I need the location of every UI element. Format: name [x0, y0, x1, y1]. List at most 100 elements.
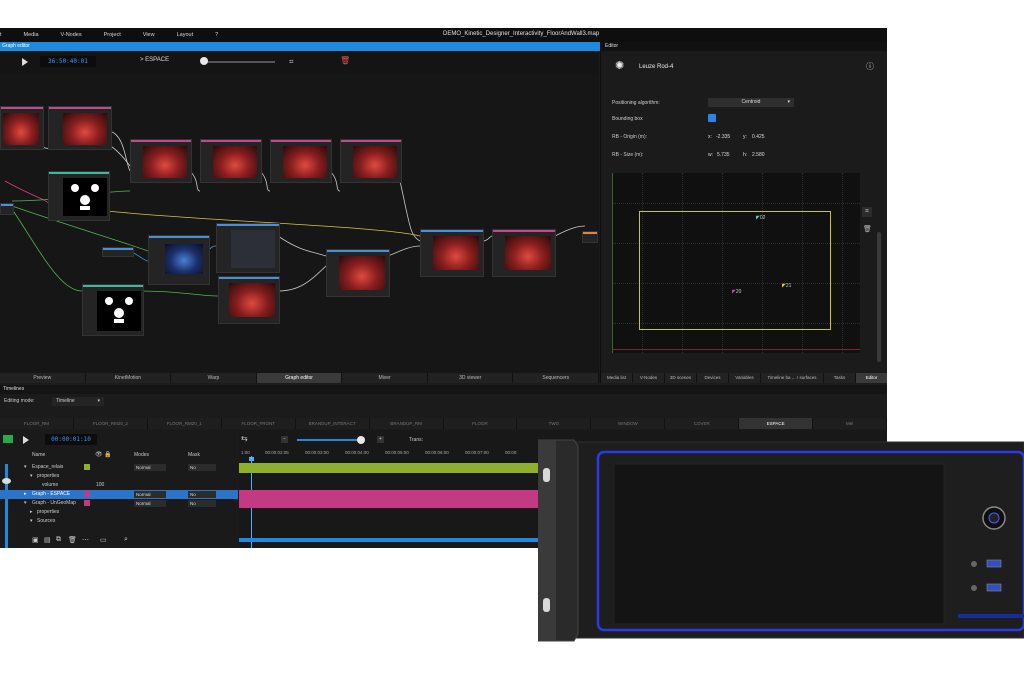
video-node-9[interactable] — [420, 229, 484, 277]
video-node-3[interactable] — [130, 139, 192, 183]
expand-icon[interactable]: ▾ — [24, 463, 27, 472]
folder-icon[interactable]: ▤ — [44, 536, 51, 544]
video-node-5[interactable] — [270, 139, 332, 183]
timeline-zoom-handle[interactable] — [357, 436, 365, 444]
bounding-box-rect[interactable] — [639, 211, 831, 330]
track-clip-sources[interactable] — [239, 538, 539, 542]
video-node-2[interactable] — [48, 106, 112, 150]
menu-item-file[interactable]: t — [0, 32, 2, 38]
tab-variables[interactable]: Variables — [729, 373, 761, 383]
expand-icon[interactable]: ▸ — [30, 508, 33, 517]
info-icon[interactable]: ⓘ — [866, 63, 874, 71]
timeline-zoom-slider[interactable] — [297, 439, 363, 441]
layer-tab[interactable]: FLOOR_FRONT — [222, 418, 296, 429]
menu-item-project[interactable]: Project — [104, 32, 121, 38]
tab-media-list[interactable]: Media list — [601, 373, 633, 383]
timeline-timecode[interactable]: 00:00:01:10 — [45, 434, 97, 445]
layer-tab-espace[interactable]: ESPACE — [739, 418, 814, 429]
delete-layer-icon[interactable]: 🗑 — [68, 536, 77, 544]
tab-warp[interactable]: Warp — [171, 373, 257, 383]
input-node-blue[interactable] — [102, 247, 134, 257]
tab-vnodes[interactable]: V-Nodes — [633, 373, 665, 383]
video-node-7[interactable] — [218, 276, 280, 324]
layer-tab[interactable]: BRANDUP_RM — [370, 418, 444, 429]
layer-tab[interactable]: FLOOR_RM20_1 — [148, 418, 222, 429]
playhead-handle[interactable] — [249, 457, 254, 461]
layer-tab[interactable]: COVER — [665, 418, 740, 429]
tab-mixer[interactable]: Mixer — [342, 373, 428, 383]
mask-select[interactable]: No — [188, 464, 216, 471]
zoom-plus-button[interactable]: + — [377, 436, 384, 443]
tab-preview[interactable]: Preview — [0, 373, 86, 383]
more-icon[interactable]: ⋯ — [82, 536, 89, 544]
layer-tab[interactable]: WINDOW — [591, 418, 666, 429]
volume-fader-handle[interactable] — [2, 478, 11, 484]
editing-mode-dropdown[interactable]: Timeline ▾ — [52, 397, 104, 406]
expand-icon[interactable]: ▾ — [24, 499, 27, 508]
expand-icon[interactable]: ▾ — [30, 517, 33, 526]
origin-x-field[interactable]: -2.335 — [716, 133, 738, 141]
tab-sequencers[interactable]: Sequencers — [513, 373, 600, 383]
mask-node-2[interactable] — [82, 284, 144, 336]
input-node-small[interactable] — [0, 203, 14, 215]
track-clip-graph-espace[interactable] — [239, 490, 539, 508]
tracking-marker-20[interactable]: ◤20 — [732, 289, 741, 295]
delete-icon[interactable]: 🗑 — [863, 226, 872, 234]
video-node-4[interactable] — [200, 139, 262, 183]
menu-item-help[interactable]: ? — [215, 32, 218, 38]
mode-select[interactable]: Normal — [134, 464, 166, 471]
tab-3d-viewer[interactable]: 3D viewer — [428, 373, 514, 383]
origin-y-field[interactable]: 0.425 — [752, 133, 774, 141]
size-h-field[interactable]: 2.580 — [752, 151, 774, 159]
menu-item-media[interactable]: Media — [24, 32, 39, 38]
layer-tab[interactable]: Mel — [813, 418, 887, 429]
layer-tab[interactable]: FLOOR — [444, 418, 518, 429]
output-node[interactable] — [582, 231, 598, 243]
graph-editor-canvas[interactable]: 36:50:40:01 > ESPACE ⌗ 🗑 — [0, 51, 599, 373]
editor-scrollbar[interactable] — [877, 232, 881, 362]
video-node-8[interactable] — [326, 249, 390, 297]
mask-select[interactable]: No — [188, 491, 216, 498]
layer-tab[interactable]: TWO — [517, 418, 592, 429]
tab-devices[interactable]: Devices — [697, 373, 729, 383]
layer-tab[interactable]: FLOOR_RM20_2 — [74, 418, 148, 429]
record-icon[interactable] — [3, 435, 13, 443]
layer-row-graph-espace[interactable]: ▸ Graph - ESPACE Normal No — [0, 490, 238, 499]
tab-3d-scenes[interactable]: 3D scenes — [665, 373, 697, 383]
layer-row-espace-relais[interactable]: ▾ Espace_relais Normal No — [0, 463, 238, 472]
fit-canvas-icon[interactable]: ⌗ — [862, 207, 872, 217]
track-clip-espace-relais[interactable] — [239, 463, 539, 473]
menu-item-view[interactable]: View — [143, 32, 155, 38]
frame-icon[interactable]: ▭ — [100, 536, 107, 544]
tab-kinetmotion[interactable]: KinetMotion — [86, 373, 172, 383]
layer-tab[interactable]: FLOOR_RM — [0, 418, 74, 429]
loop-icon[interactable]: ⇆ — [241, 434, 248, 443]
menu-item-layout[interactable]: Layout — [177, 32, 194, 38]
tracking-marker-02[interactable]: ◤02 — [756, 215, 765, 221]
mask-node-1[interactable] — [48, 171, 110, 221]
lidar-canvas[interactable]: ◤02 ◤21 ◤20 — [612, 173, 860, 353]
menu-item-vnodes[interactable]: V-Nodes — [61, 32, 82, 38]
tracking-marker-21[interactable]: ◤21 — [782, 283, 791, 289]
layer-tab[interactable]: BRANDUP_INTERACT — [296, 418, 370, 429]
layer-row-graph-ungeomap[interactable]: ▾ Graph - UnGeoMap Normal No — [0, 499, 238, 508]
bbox-checkbox[interactable] — [708, 114, 716, 122]
copy-icon[interactable]: ⧉ — [56, 536, 61, 544]
tab-graph-editor[interactable]: Graph editor — [256, 373, 343, 383]
size-w-field[interactable]: 5.735 — [717, 151, 739, 159]
search-icon[interactable]: ⌕ — [124, 536, 128, 544]
positioning-dropdown[interactable]: Centroid ▾ — [708, 98, 794, 107]
tab-editor[interactable]: Editor — [856, 373, 887, 383]
video-node-6[interactable] — [340, 139, 402, 183]
expand-icon[interactable]: ▾ — [30, 472, 33, 481]
add-icon[interactable]: ▣ — [32, 536, 39, 544]
mask-select[interactable]: No — [188, 500, 216, 507]
video-node-1[interactable] — [0, 106, 44, 150]
video-node-10[interactable] — [492, 229, 556, 277]
zoom-minus-button[interactable]: − — [281, 436, 288, 443]
generic-node-1[interactable] — [216, 223, 280, 273]
volume-value[interactable]: 100 — [96, 481, 104, 490]
video-node-blue[interactable] — [148, 235, 210, 285]
timeline-play-icon[interactable] — [23, 436, 29, 444]
expand-icon[interactable]: ▸ — [24, 490, 27, 499]
